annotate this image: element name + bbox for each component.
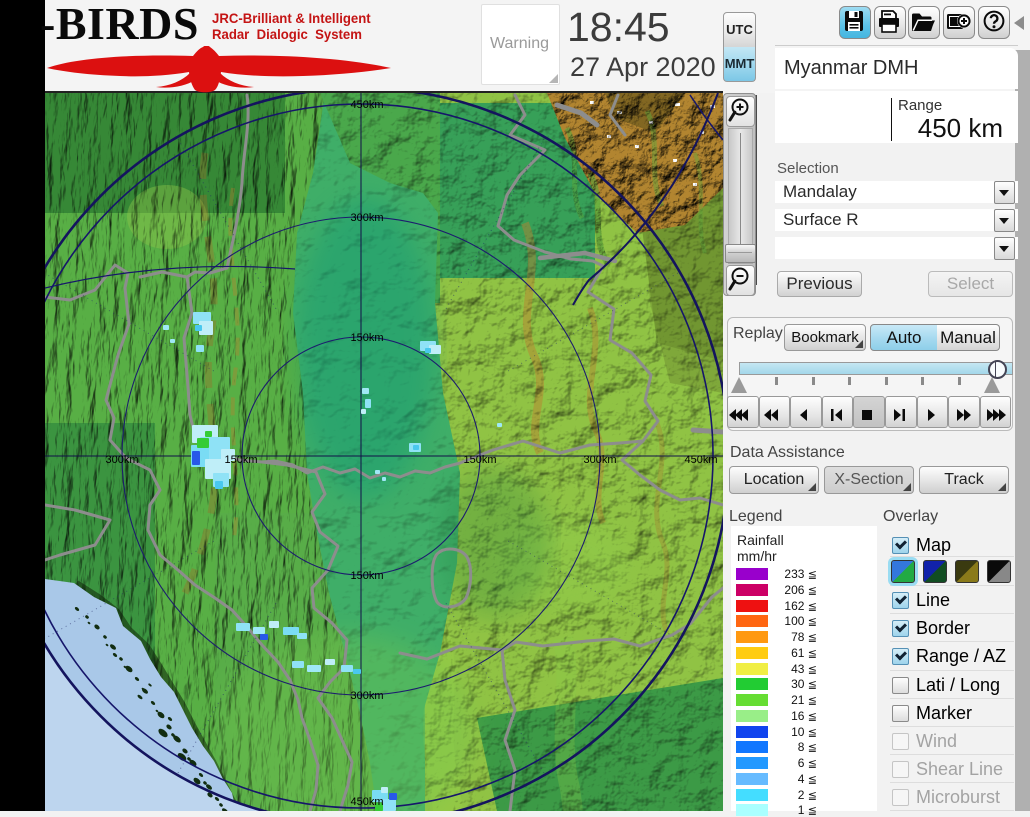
svg-text:450km: 450km	[350, 99, 383, 111]
svg-text:450km: 450km	[350, 796, 383, 808]
svg-text:450km: 450km	[684, 454, 717, 466]
svg-text:150km: 150km	[350, 332, 383, 344]
svg-text:300km: 300km	[350, 212, 383, 224]
svg-text:150km: 150km	[350, 570, 383, 582]
svg-text:300km: 300km	[105, 454, 138, 466]
svg-text:300km: 300km	[583, 454, 616, 466]
svg-text:150km: 150km	[463, 454, 496, 466]
svg-text:300km: 300km	[350, 690, 383, 702]
svg-text:150km: 150km	[224, 454, 257, 466]
